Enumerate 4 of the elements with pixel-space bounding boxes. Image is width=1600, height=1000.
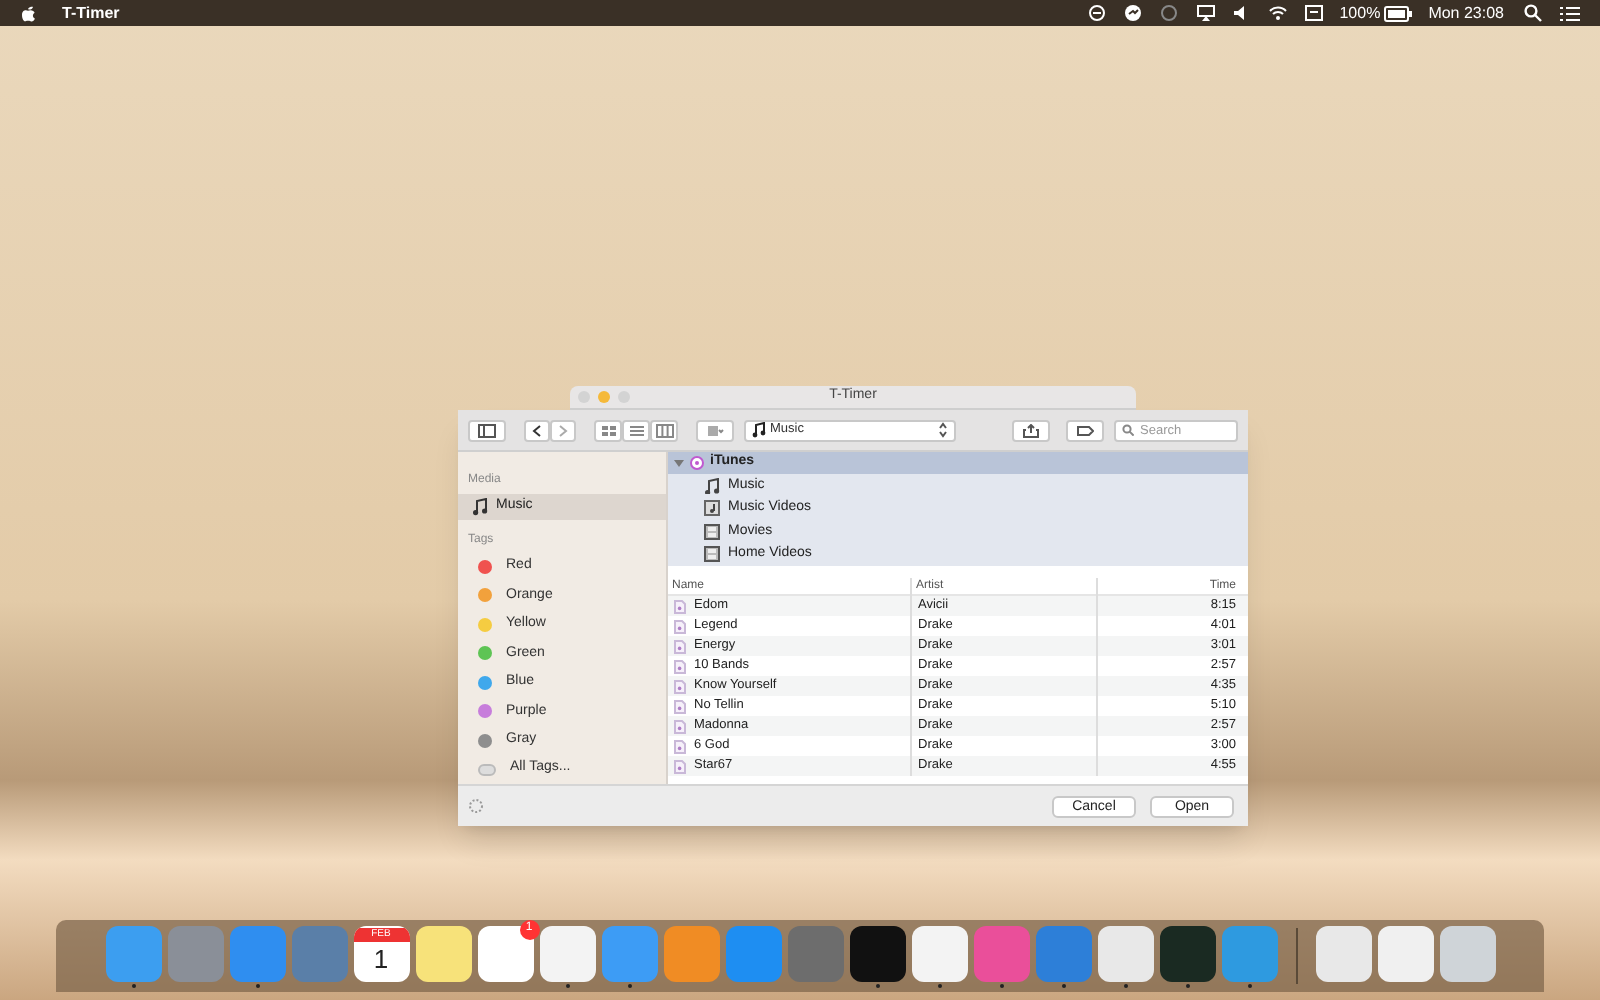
battery-percentage: 100% — [1339, 1, 1381, 25]
app-name[interactable]: T-Timer — [62, 1, 120, 25]
calendar-day: 1 — [373, 942, 389, 978]
clock[interactable]: Mon 23:08 — [1428, 1, 1504, 25]
